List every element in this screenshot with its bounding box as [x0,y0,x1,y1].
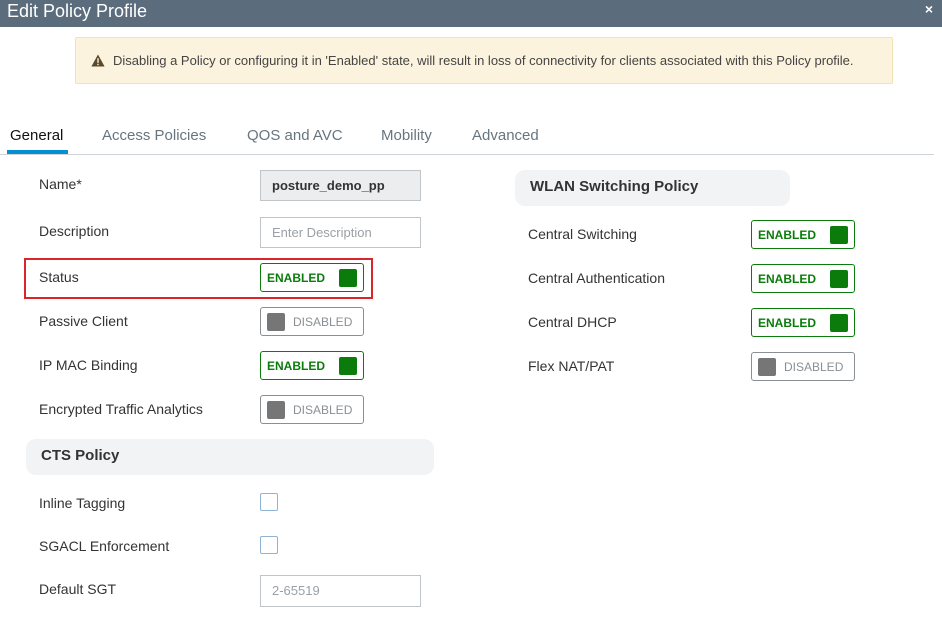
wlan-switching-title: WLAN Switching Policy [530,178,699,195]
name-label: Name* [39,176,82,192]
default-sgt-label: Default SGT [39,581,117,597]
warning-banner: Disabling a Policy or configuring it in … [75,37,893,84]
inline-tagging-label: Inline Tagging [39,495,126,511]
status-toggle[interactable]: ENABLED [260,263,364,292]
central-authentication-toggle-text: ENABLED [758,272,817,286]
passive-client-toggle-text: DISABLED [293,315,353,329]
flex-nat-pat-label: Flex NAT/PAT [528,358,615,374]
description-input[interactable]: Enter Description [260,217,421,248]
central-dhcp-label: Central DHCP [528,314,617,330]
tab-bar: General Access Policies QOS and AVC Mobi… [0,124,934,155]
central-authentication-label: Central Authentication [528,270,665,286]
status-label: Status [39,269,79,285]
sgacl-enforcement-label: SGACL Enforcement [39,538,170,554]
status-toggle-text: ENABLED [267,271,326,285]
warning-text: Disabling a Policy or configuring it in … [113,53,854,68]
tab-advanced[interactable]: Advanced [472,127,539,144]
toggle-knob [339,269,357,287]
toggle-knob [267,401,285,419]
toggle-knob [339,357,357,375]
toggle-knob [267,313,285,331]
title-bar: Edit Policy Profile × [0,0,942,27]
active-tab-indicator [7,150,68,154]
tab-qos-and-avc[interactable]: QOS and AVC [247,127,343,144]
close-icon[interactable]: × [925,1,933,17]
central-switching-toggle[interactable]: ENABLED [751,220,855,249]
description-label: Description [39,223,110,239]
central-dhcp-toggle[interactable]: ENABLED [751,308,855,337]
central-dhcp-toggle-text: ENABLED [758,316,817,330]
central-switching-toggle-text: ENABLED [758,228,817,242]
ip-mac-binding-toggle-text: ENABLED [267,359,326,373]
warning-triangle-icon [91,54,105,67]
wlan-switching-section: WLAN Switching Policy [515,170,790,206]
cts-policy-title: CTS Policy [41,447,120,464]
ip-mac-binding-label: IP MAC Binding [39,357,138,373]
ip-mac-binding-toggle[interactable]: ENABLED [260,351,364,380]
encrypted-traffic-toggle-text: DISABLED [293,403,353,417]
tab-general[interactable]: General [10,127,63,144]
cts-policy-section: CTS Policy [26,439,434,475]
toggle-knob [830,226,848,244]
passive-client-toggle[interactable]: DISABLED [260,307,364,336]
default-sgt-input[interactable]: 2-65519 [260,575,421,607]
central-authentication-toggle[interactable]: ENABLED [751,264,855,293]
encrypted-traffic-toggle[interactable]: DISABLED [260,395,364,424]
sgacl-enforcement-checkbox[interactable] [260,536,278,554]
flex-nat-pat-toggle[interactable]: DISABLED [751,352,855,381]
toggle-knob [830,270,848,288]
encrypted-traffic-label: Encrypted Traffic Analytics [39,401,203,417]
central-switching-label: Central Switching [528,226,637,242]
window-title: Edit Policy Profile [7,1,148,21]
passive-client-label: Passive Client [39,313,128,329]
flex-nat-pat-toggle-text: DISABLED [784,360,844,374]
tab-mobility[interactable]: Mobility [381,127,432,144]
inline-tagging-checkbox[interactable] [260,493,278,511]
name-field[interactable]: posture_demo_pp [260,170,421,201]
tab-access-policies[interactable]: Access Policies [102,127,206,144]
toggle-knob [758,358,776,376]
toggle-knob [830,314,848,332]
